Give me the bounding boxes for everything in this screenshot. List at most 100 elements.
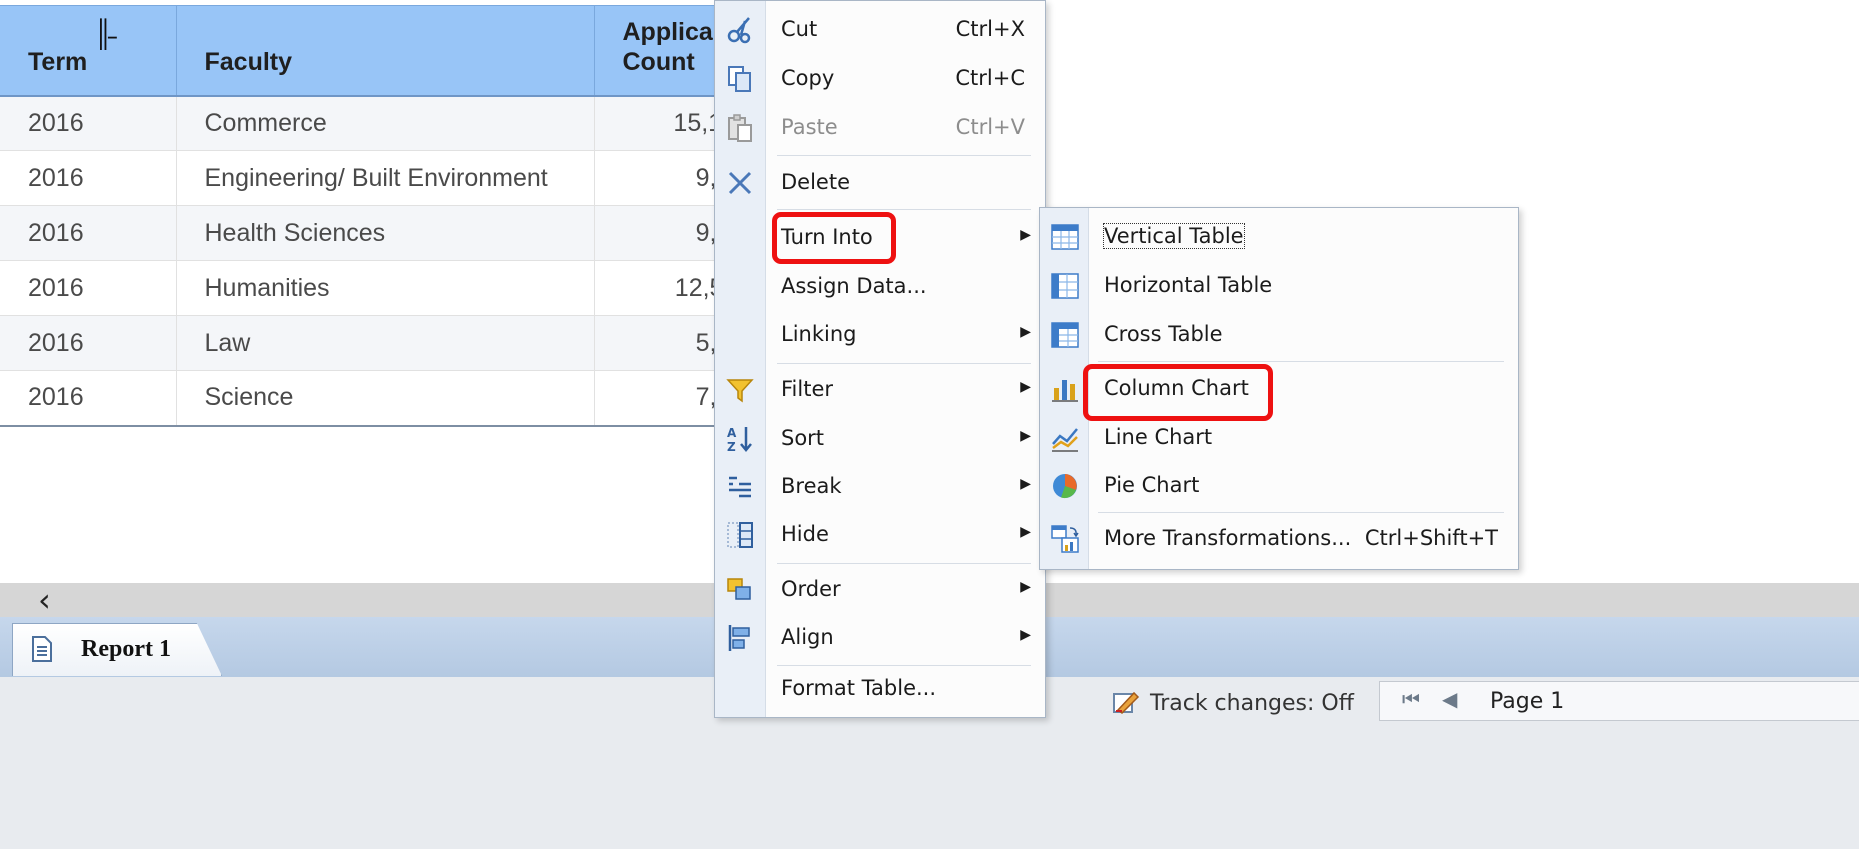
menu-item-align[interactable]: Align ▶: [715, 617, 1045, 659]
cell-term[interactable]: 2016: [0, 150, 177, 206]
menu-label: Filter: [781, 377, 834, 401]
menu-separator: [777, 665, 1031, 666]
table-row[interactable]: 2016 Commerce 15,1(: [0, 95, 738, 151]
submenu-item-column-chart[interactable]: Column Chart: [1040, 368, 1518, 410]
break-icon: [725, 472, 755, 502]
hide-columns-icon: [725, 520, 755, 550]
menu-separator: [1098, 512, 1504, 513]
menu-separator: [777, 363, 1031, 364]
submenu-arrow-icon: ▶: [1020, 476, 1031, 492]
submenu-arrow-icon: ▶: [1020, 227, 1031, 243]
submenu-item-line-chart[interactable]: Line Chart: [1040, 417, 1518, 459]
menu-label: Copy: [781, 66, 835, 90]
menu-label: Linking: [781, 322, 857, 346]
line-chart-icon: [1050, 423, 1080, 453]
paste-icon: [725, 113, 755, 143]
menu-label: Order: [781, 577, 841, 601]
table-row[interactable]: 2016 Engineering/ Built Environment 9,7: [0, 150, 738, 206]
track-changes-icon: [1113, 691, 1140, 714]
cell-term[interactable]: 2016: [0, 95, 177, 151]
svg-text:Z: Z: [727, 440, 736, 454]
menu-item-sort[interactable]: A Z Sort ▶: [715, 418, 1045, 460]
header-term[interactable]: ║̵ Term: [0, 5, 177, 97]
column-chart-icon: [1050, 374, 1080, 404]
menu-shortcut: Ctrl+X: [955, 17, 1025, 41]
menu-item-cut[interactable]: Cut Ctrl+X: [715, 9, 1045, 51]
page-navigator: ⏮ ◀ Page 1: [1379, 681, 1859, 721]
menu-label: Hide: [781, 522, 829, 546]
submenu-item-cross-table[interactable]: Cross Table: [1040, 314, 1518, 356]
menu-separator: [777, 155, 1031, 156]
horizontal-table-icon: [1050, 271, 1080, 301]
pie-chart-icon: [1050, 471, 1080, 501]
submenu-item-vertical-table[interactable]: Vertical Table: [1040, 216, 1518, 258]
menu-label: Pie Chart: [1104, 473, 1200, 497]
vertical-table-icon: [1050, 222, 1080, 252]
menu-shortcut: Ctrl+V: [955, 115, 1025, 139]
menu-shortcut: Ctrl+Shift+T: [1364, 526, 1498, 550]
cell-term[interactable]: 2016: [0, 370, 177, 427]
menu-label: Align: [781, 625, 834, 649]
submenu-item-more-transformations[interactable]: More Transformations... Ctrl+Shift+T: [1040, 518, 1518, 560]
menu-label: Sort: [781, 426, 825, 450]
report-tab[interactable]: Report 1: [12, 623, 222, 676]
menu-label: Format Table...: [781, 676, 937, 700]
menu-item-turn-into[interactable]: Turn Into ▶: [715, 217, 1045, 259]
cell-faculty[interactable]: Humanities: [176, 260, 595, 316]
table-row[interactable]: 2016 Health Sciences 9,9: [0, 205, 738, 261]
menu-shortcut: Ctrl+C: [955, 66, 1025, 90]
menu-item-filter[interactable]: Filter ▶: [715, 369, 1045, 411]
menu-item-delete[interactable]: Delete: [715, 162, 1045, 204]
table-row[interactable]: 2016 Law 5,7: [0, 315, 738, 371]
cell-term[interactable]: 2016: [0, 205, 177, 261]
cell-faculty[interactable]: Law: [176, 315, 595, 371]
scroll-left-arrow-icon[interactable]: ‹: [38, 581, 51, 619]
cell-faculty[interactable]: Engineering/ Built Environment: [176, 150, 595, 206]
menu-label: Vertical Table: [1103, 223, 1245, 249]
submenu-item-pie-chart[interactable]: Pie Chart: [1040, 465, 1518, 507]
menu-item-paste[interactable]: Paste Ctrl+V: [715, 107, 1045, 149]
menu-item-hide[interactable]: Hide ▶: [715, 514, 1045, 556]
menu-separator: [777, 209, 1031, 210]
turn-into-submenu: Vertical Table Horizontal Table Cross Ta…: [1039, 207, 1519, 570]
menu-item-linking[interactable]: Linking ▶: [715, 314, 1045, 356]
first-page-icon[interactable]: ⏮: [1402, 687, 1420, 711]
cell-term[interactable]: 2016: [0, 315, 177, 371]
cell-term[interactable]: 2016: [0, 260, 177, 316]
delete-x-icon: [725, 168, 755, 198]
report-table[interactable]: ║̵ Term Faculty Applicant Count 2016 Com…: [0, 5, 738, 427]
menu-item-assign-data[interactable]: Assign Data...: [715, 266, 1045, 308]
header-count-label-2: Count: [622, 47, 695, 76]
menu-item-copy[interactable]: Copy Ctrl+C: [715, 58, 1045, 100]
menu-label: Delete: [781, 170, 850, 194]
cell-faculty[interactable]: Health Sciences: [176, 205, 595, 261]
menu-label: Cut: [781, 17, 818, 41]
submenu-arrow-icon: ▶: [1020, 379, 1031, 395]
align-left-icon: [725, 623, 755, 653]
menu-label: Paste: [781, 115, 838, 139]
menu-label: Column Chart: [1104, 376, 1249, 400]
menu-label: Break: [781, 474, 842, 498]
header-term-label: Term: [28, 47, 88, 76]
menu-item-format-table[interactable]: Format Table...: [715, 668, 1045, 710]
menu-label: Horizontal Table: [1104, 273, 1273, 297]
cell-faculty[interactable]: Commerce: [176, 95, 595, 151]
copy-icon: [725, 64, 755, 94]
menu-item-order[interactable]: Order ▶: [715, 569, 1045, 611]
table-row[interactable]: 2016 Science 7,5: [0, 370, 738, 427]
track-changes-status[interactable]: Track changes: Off: [1112, 690, 1354, 716]
table-row[interactable]: 2016 Humanities 12,5!: [0, 260, 738, 316]
menu-label: Assign Data...: [781, 274, 927, 298]
menu-label: More Transformations...: [1104, 526, 1352, 550]
menu-item-break[interactable]: Break ▶: [715, 466, 1045, 508]
menu-separator: [1098, 361, 1504, 362]
cell-faculty[interactable]: Science: [176, 370, 595, 427]
menu-separator: [777, 563, 1031, 564]
previous-page-icon[interactable]: ◀: [1442, 687, 1457, 711]
track-changes-label: Track changes: Off: [1150, 691, 1354, 716]
header-faculty[interactable]: Faculty: [176, 5, 595, 97]
submenu-item-horizontal-table[interactable]: Horizontal Table: [1040, 265, 1518, 307]
scissors-icon: [725, 15, 755, 45]
page-number-label: Page 1: [1490, 689, 1565, 714]
submenu-arrow-icon: ▶: [1020, 324, 1031, 340]
